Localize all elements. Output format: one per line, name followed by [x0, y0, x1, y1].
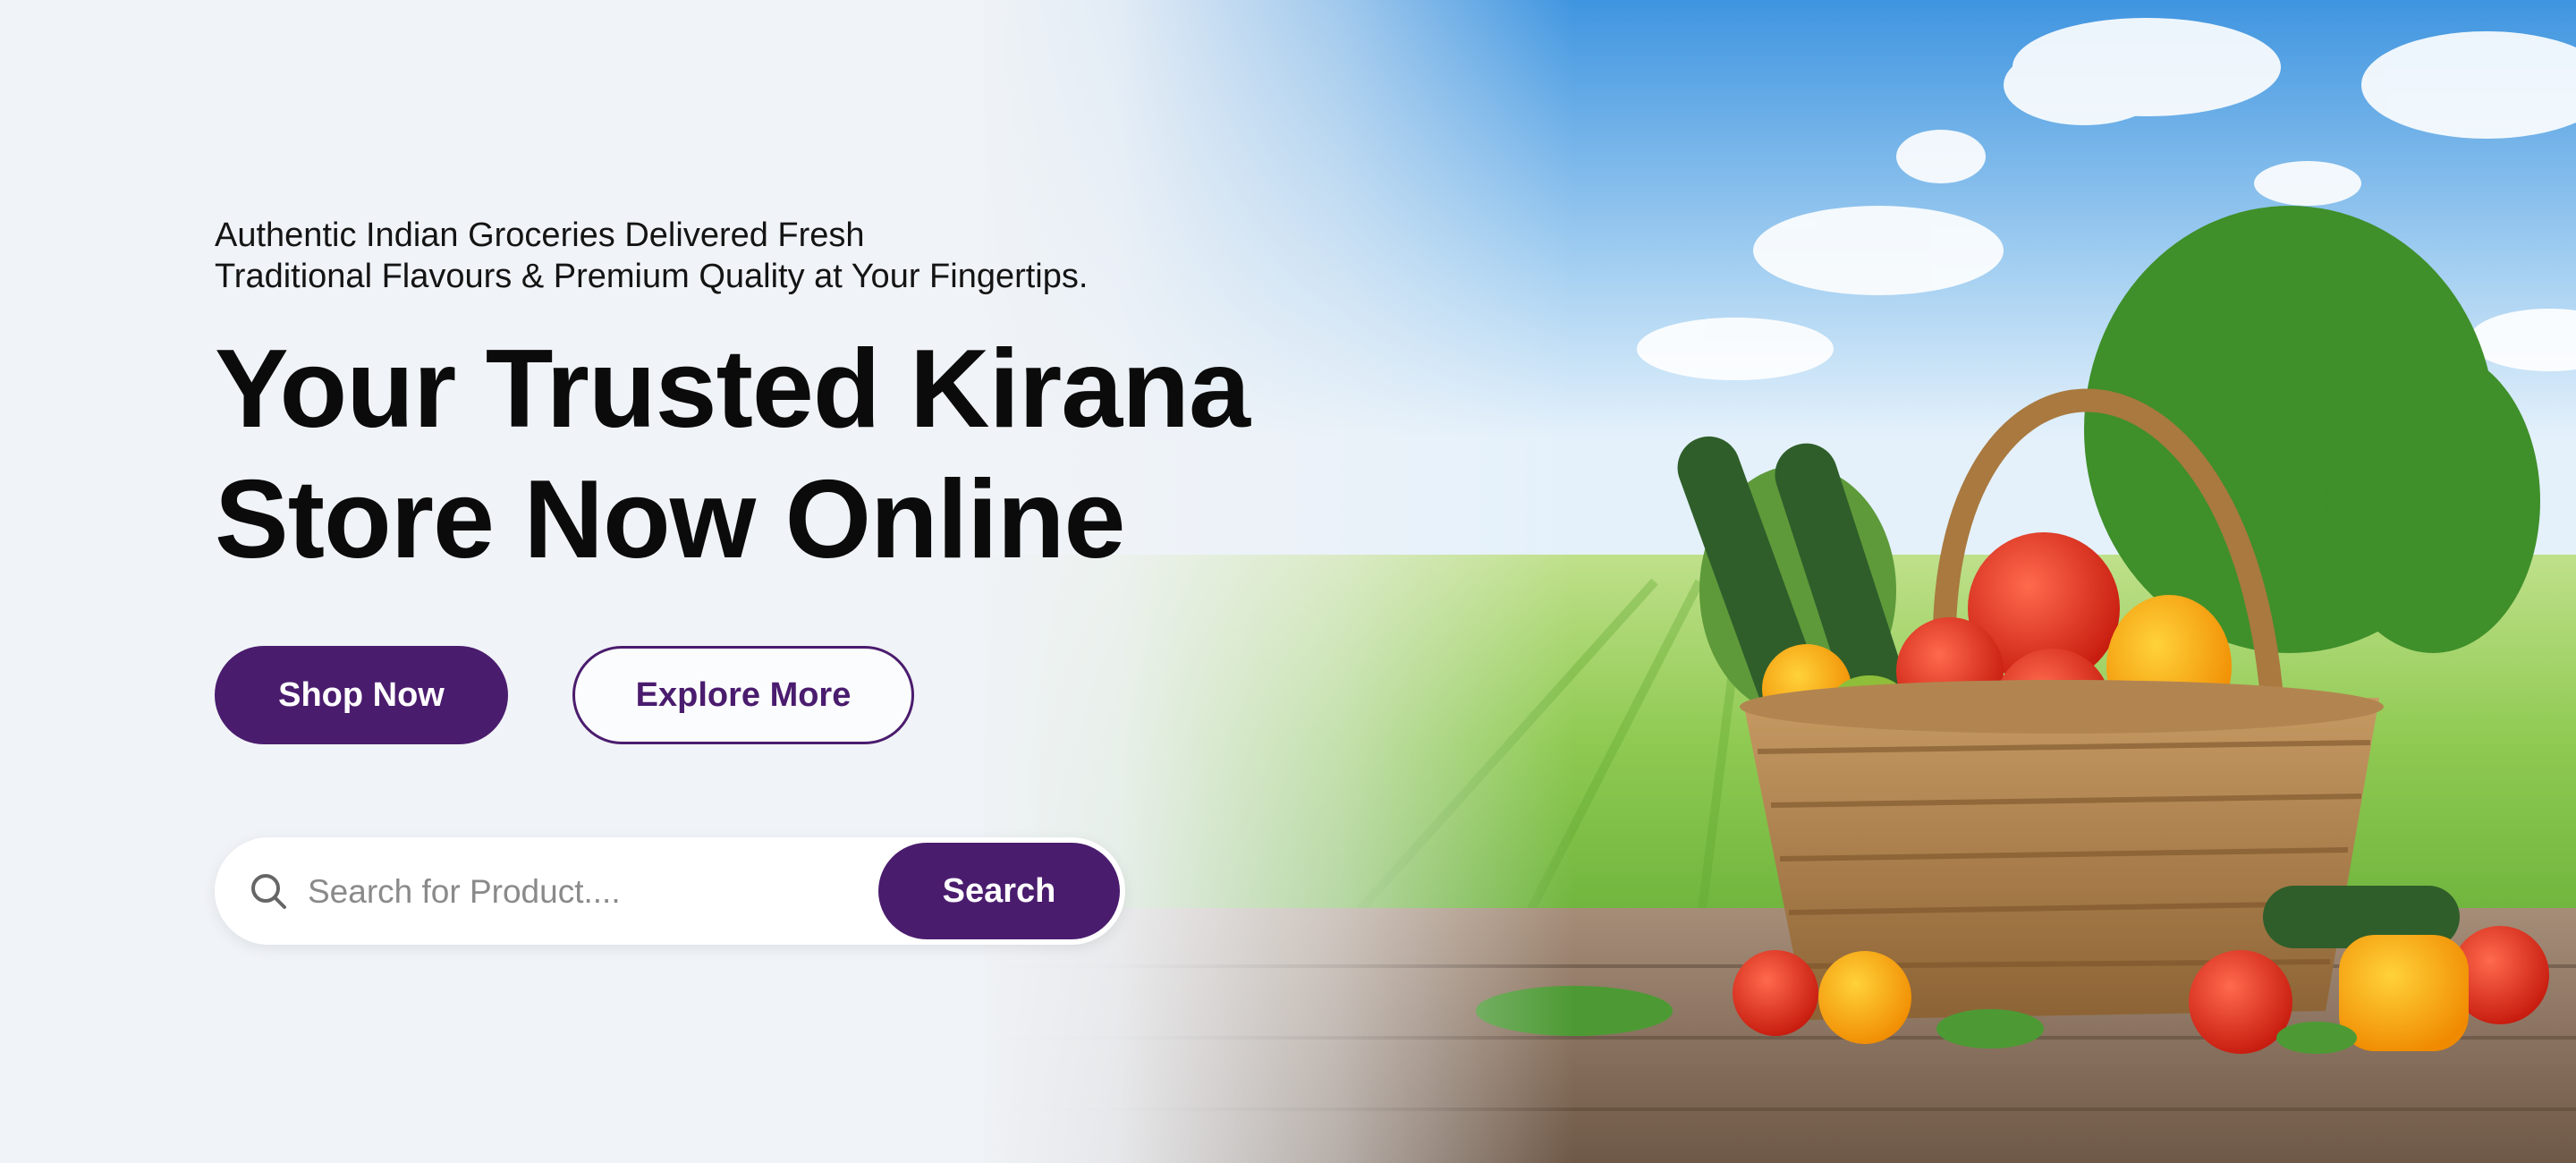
search-button[interactable]: Search — [878, 843, 1120, 939]
shop-now-button[interactable]: Shop Now — [215, 646, 508, 744]
explore-more-button[interactable]: Explore More — [572, 646, 914, 744]
hero-content: Authentic Indian Groceries Delivered Fre… — [215, 0, 1288, 1163]
tagline-line-1: Authentic Indian Groceries Delivered Fre… — [215, 216, 865, 254]
search-icon — [251, 874, 286, 909]
hero-banner: Authentic Indian Groceries Delivered Fre… — [0, 0, 2576, 1163]
headline-line-2: Store Now Online — [215, 458, 1125, 582]
hero-headline: Your Trusted Kirana Store Now Online — [215, 324, 1250, 585]
hero-tagline: Authentic Indian Groceries Delivered Fre… — [215, 215, 1088, 297]
search-input[interactable] — [306, 861, 864, 923]
search-bar: Search — [215, 837, 1125, 945]
tagline-line-2: Traditional Flavours & Premium Quality a… — [215, 258, 1089, 295]
headline-line-1: Your Trusted Kirana — [215, 327, 1250, 451]
